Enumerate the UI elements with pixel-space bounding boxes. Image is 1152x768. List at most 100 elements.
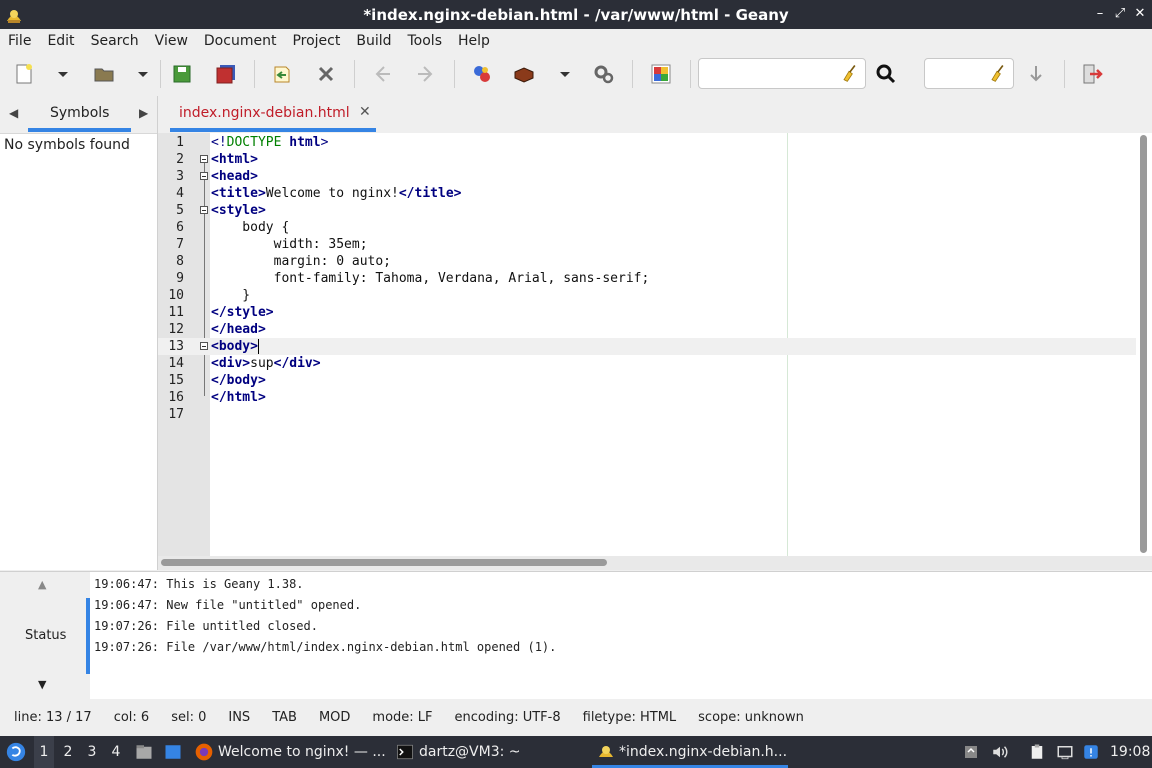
file-manager-icon[interactable]: [135, 743, 153, 761]
color-chooser-button[interactable]: [647, 60, 675, 88]
maximize-button[interactable]: ⤢: [1112, 6, 1128, 22]
clear-broom-icon[interactable]: [839, 63, 859, 83]
toolbar-separator: [254, 60, 255, 88]
revert-button[interactable]: [268, 60, 296, 88]
workspace-3[interactable]: 3: [82, 736, 102, 768]
code-editor[interactable]: 1 <!DOCTYPE html> 2 <html> 3 <head> 4 <title>We…: [158, 133, 1152, 556]
fold-toggle-icon[interactable]: [200, 155, 208, 163]
code-line[interactable]: 17: [158, 406, 1136, 423]
scrollbar-thumb[interactable]: [1140, 135, 1147, 553]
build-dropdown[interactable]: [552, 60, 578, 88]
code-line[interactable]: 5 <style>: [158, 202, 1136, 219]
system-tray-icon[interactable]: [962, 743, 980, 761]
code-line[interactable]: 9 font-family: Tahoma, Verdana, Arial, s…: [158, 270, 1136, 287]
workspace-4[interactable]: 4: [106, 736, 126, 768]
status-mod: MOD: [318, 709, 351, 725]
close-tab-icon[interactable]: ✕: [359, 104, 371, 120]
code-line[interactable]: 6 body {: [158, 219, 1136, 236]
code-line[interactable]: 11 </style>: [158, 304, 1136, 321]
code-text: body {: [211, 220, 290, 235]
quit-button[interactable]: [1078, 60, 1106, 88]
clock[interactable]: 19:08: [1110, 736, 1150, 768]
navigate-forward-button[interactable]: [412, 60, 440, 88]
menu-view[interactable]: View: [147, 33, 196, 49]
open-file-button[interactable]: [90, 60, 118, 88]
menu-document[interactable]: Document: [196, 33, 285, 49]
close-file-button[interactable]: [312, 60, 340, 88]
code-line[interactable]: 14 <div>sup</div>: [158, 355, 1136, 372]
jump-to-line-icon: [1030, 66, 1042, 82]
code-text: </body>: [211, 373, 266, 388]
code-line[interactable]: 16 </html>: [158, 389, 1136, 406]
fold-toggle-icon[interactable]: [200, 172, 208, 180]
compile-icon: [474, 66, 490, 82]
clear-broom-icon[interactable]: [987, 63, 1007, 83]
code-line[interactable]: 10 }: [158, 287, 1136, 304]
code-line[interactable]: 7 width: 35em;: [158, 236, 1136, 253]
menu-edit[interactable]: Edit: [39, 33, 82, 49]
log-line: 19:06:47: New file "untitled" opened.: [94, 598, 362, 612]
task-geany[interactable]: *index.nginx-debian.h...: [619, 736, 787, 768]
save-all-button[interactable]: [212, 60, 240, 88]
document-tab[interactable]: index.nginx-debian.html ✕: [170, 96, 376, 133]
search-input[interactable]: [698, 58, 866, 89]
menu-file[interactable]: File: [0, 33, 39, 49]
build-button[interactable]: [510, 60, 538, 88]
horizontal-scrollbar[interactable]: [158, 556, 1152, 570]
close-icon: [318, 66, 334, 82]
chevron-down-icon: [560, 72, 570, 77]
line-number: 13: [168, 339, 184, 354]
scrollbar-thumb[interactable]: [161, 559, 607, 566]
fold-toggle-icon[interactable]: [200, 206, 208, 214]
save-button[interactable]: [168, 60, 196, 88]
menu-help[interactable]: Help: [450, 33, 498, 49]
tab-status[interactable]: Status: [25, 628, 66, 643]
toolbar-separator: [454, 60, 455, 88]
fold-toggle-icon[interactable]: [200, 342, 208, 350]
network-icon[interactable]: [1055, 743, 1075, 761]
document-tab-label[interactable]: index.nginx-debian.html: [179, 105, 350, 121]
clipboard-icon[interactable]: [1028, 743, 1046, 761]
workspace-2[interactable]: 2: [58, 736, 78, 768]
sidebar-scroll-left-icon[interactable]: ◀: [9, 106, 18, 120]
navigate-back-button[interactable]: [368, 60, 396, 88]
code-line[interactable]: 2 <html>: [158, 151, 1136, 168]
menu-search[interactable]: Search: [83, 33, 147, 49]
find-button[interactable]: [872, 60, 900, 88]
volume-icon[interactable]: [990, 743, 1010, 761]
compile-button[interactable]: [468, 60, 496, 88]
start-menu-icon[interactable]: [5, 741, 27, 763]
vertical-scrollbar[interactable]: [1137, 133, 1152, 556]
task-terminal[interactable]: dartz@VM3: ~: [419, 736, 521, 768]
code-line[interactable]: 15 </body>: [158, 372, 1136, 389]
minimize-button[interactable]: –: [1092, 6, 1108, 22]
open-file-dropdown[interactable]: [130, 60, 156, 88]
goto-line-input[interactable]: [924, 58, 1014, 89]
scroll-up-icon[interactable]: ▲: [38, 578, 46, 591]
menu-project[interactable]: Project: [284, 33, 348, 49]
notification-icon[interactable]: [1082, 743, 1100, 761]
menu-build[interactable]: Build: [348, 33, 399, 49]
menu-tools[interactable]: Tools: [400, 33, 451, 49]
workspace-1[interactable]: 1: [34, 736, 54, 768]
status-log[interactable]: 19:06:47: This is Geany 1.38. 19:06:47: …: [90, 572, 1152, 699]
line-number: 9: [176, 271, 184, 286]
code-line[interactable]: 1 <!DOCTYPE html>: [158, 134, 1136, 151]
new-file-dropdown[interactable]: [50, 60, 76, 88]
tab-symbols[interactable]: Symbols: [50, 105, 109, 121]
code-line[interactable]: 8 margin: 0 auto;: [158, 253, 1136, 270]
execute-button[interactable]: [590, 60, 618, 88]
code-text: margin: 0 auto;: [211, 254, 392, 269]
goto-line-button[interactable]: [1022, 60, 1050, 88]
code-line[interactable]: 3 <head>: [158, 168, 1136, 185]
code-line[interactable]: 4 <title>Welcome to nginx!</title>: [158, 185, 1136, 202]
task-firefox[interactable]: Welcome to nginx! — ...: [218, 736, 386, 768]
line-number: 7: [176, 237, 184, 252]
code-line[interactable]: 13 <body>: [158, 338, 1136, 355]
show-desktop-icon[interactable]: [164, 743, 182, 761]
code-line[interactable]: 12 </head>: [158, 321, 1136, 338]
scroll-down-icon[interactable]: ▼: [38, 678, 46, 691]
close-window-button[interactable]: ✕: [1132, 6, 1148, 22]
sidebar-scroll-right-icon[interactable]: ▶: [139, 106, 148, 120]
new-file-button[interactable]: [10, 60, 38, 88]
